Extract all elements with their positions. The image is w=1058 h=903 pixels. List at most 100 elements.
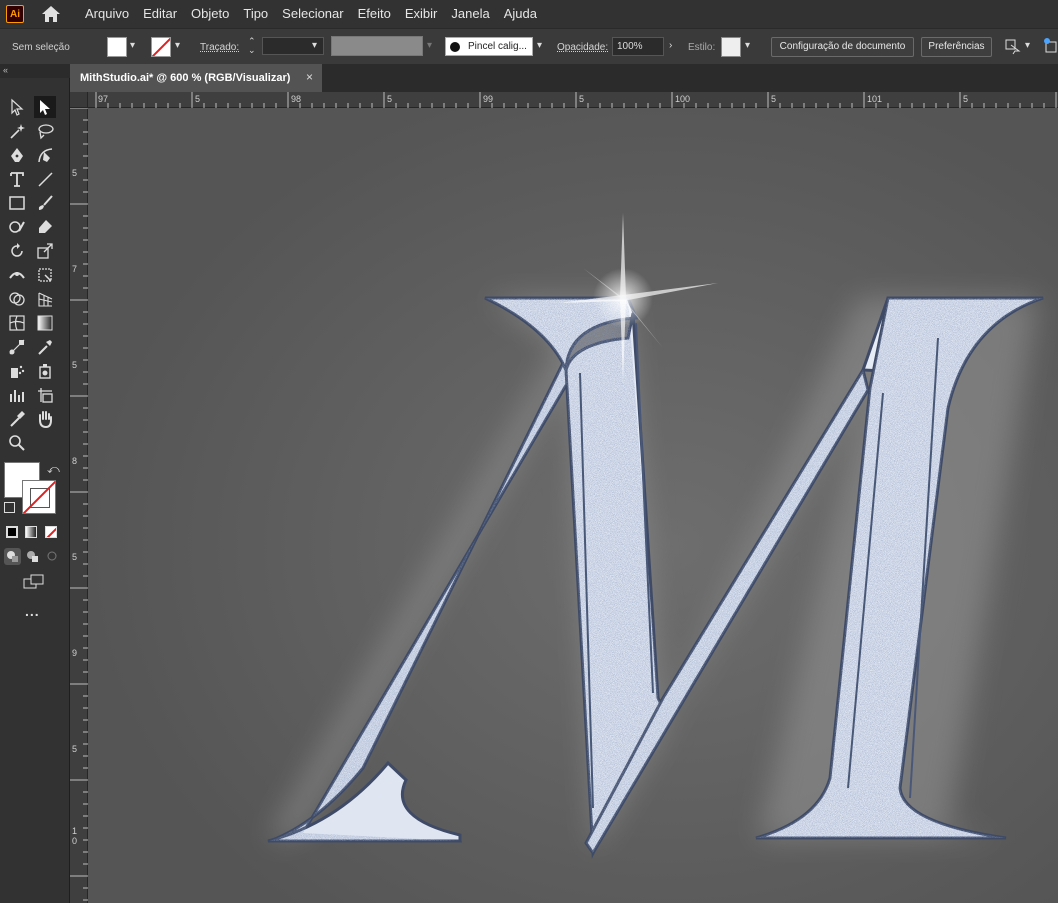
ruler-label: 97	[98, 94, 109, 104]
default-colors-icon[interactable]	[4, 502, 15, 513]
rectangle-tool-icon[interactable]	[6, 192, 28, 214]
draw-normal-icon[interactable]	[4, 548, 21, 565]
letter-m-artwork[interactable]	[88, 108, 1058, 903]
ruler-label: 5	[195, 94, 201, 104]
screen-mode-icon[interactable]	[22, 573, 46, 591]
eyedropper-tool-icon[interactable]	[34, 336, 56, 358]
chart-tool-icon[interactable]	[6, 384, 28, 406]
ruler-origin[interactable]	[70, 92, 88, 108]
ruler-label: 5	[771, 94, 777, 104]
eraser-tool-icon[interactable]	[34, 216, 56, 238]
variable-width-profile[interactable]	[331, 36, 423, 56]
width-tool-icon[interactable]	[6, 264, 28, 286]
color-mode-icon[interactable]	[6, 526, 18, 538]
stroke-dropdown-icon[interactable]: ▾	[175, 40, 180, 51]
style-swatch[interactable]	[721, 37, 741, 57]
close-tab-icon[interactable]: ×	[306, 70, 313, 84]
ruler-label: 8	[72, 456, 78, 466]
zoom-tool-icon[interactable]	[6, 432, 28, 454]
line-tool-icon[interactable]	[34, 168, 56, 190]
menu-janela[interactable]: Janela	[444, 0, 496, 28]
brush-definition[interactable]: Pincel calig...	[445, 37, 533, 56]
brush-tool-icon[interactable]	[34, 192, 56, 214]
menu-arquivo[interactable]: Arquivo	[78, 0, 136, 28]
scale-tool-icon[interactable]	[34, 240, 56, 262]
ruler-label: 5	[579, 94, 585, 104]
preferences-button[interactable]: Preferências	[921, 37, 992, 57]
style-dropdown-icon[interactable]: ▾	[745, 40, 750, 51]
menu-editar[interactable]: Editar	[136, 0, 184, 28]
app-logo: Ai	[6, 5, 24, 23]
edit-toolbar-icon[interactable]: ...	[25, 603, 40, 619]
vertical-ruler[interactable]: 5 7 5 8 5 9 5 1 0	[70, 108, 88, 903]
ruler-label: 9	[72, 648, 78, 658]
document-tab-bar: MithStudio.ai* @ 600 % (RGB/Visualizar)	[70, 64, 1058, 92]
live-paint-tool-icon[interactable]	[34, 360, 56, 382]
profile-dropdown-icon: ▾	[427, 40, 433, 51]
selection-status: Sem seleção	[12, 41, 70, 53]
stroke-color-box[interactable]	[22, 480, 56, 514]
artboard-tool-icon[interactable]	[34, 384, 56, 406]
perspective-grid-tool-icon[interactable]	[34, 288, 56, 310]
menu-ajuda[interactable]: Ajuda	[497, 0, 544, 28]
menu-exibir[interactable]: Exibir	[398, 0, 445, 28]
pen-tool-icon[interactable]	[6, 144, 28, 166]
opacity-label: Opacidade:	[557, 42, 609, 53]
stroke-label: Traçado:	[200, 42, 240, 53]
home-icon[interactable]	[40, 4, 62, 24]
menu-efeito[interactable]: Efeito	[351, 0, 398, 28]
type-tool-icon[interactable]	[6, 168, 28, 190]
curvature-tool-icon[interactable]	[34, 144, 56, 166]
draw-inside-icon[interactable]	[44, 548, 61, 565]
ruler-label: 98	[291, 94, 302, 104]
gradient-tool-icon[interactable]	[34, 312, 56, 334]
gradient-mode-icon[interactable]	[25, 526, 37, 538]
arrange-icon[interactable]	[1003, 37, 1021, 55]
fill-swatch[interactable]	[107, 37, 127, 57]
ruler-label: 5	[72, 744, 78, 754]
slice-eyedropper-tool-icon[interactable]	[6, 408, 28, 430]
lasso-tool-icon[interactable]	[34, 120, 56, 142]
ruler-label: 100	[675, 94, 691, 104]
stroke-weight-dropdown-icon[interactable]: ▾	[312, 40, 317, 51]
selection-tool-icon[interactable]	[6, 96, 28, 118]
mesh-tool-icon[interactable]	[6, 312, 28, 334]
ruler-label: 5	[387, 94, 393, 104]
menu-selecionar[interactable]: Selecionar	[275, 0, 350, 28]
menu-tipo[interactable]: Tipo	[236, 0, 275, 28]
blend-tool-icon[interactable]	[6, 336, 28, 358]
ruler-label: 5	[72, 552, 78, 562]
symbol-sprayer-tool-icon[interactable]	[6, 360, 28, 382]
swap-colors-icon[interactable]: ⤺	[47, 462, 60, 477]
magic-wand-tool-icon[interactable]	[6, 120, 28, 142]
rotate-tool-icon[interactable]	[6, 240, 28, 262]
menu-bar: Ai Arquivo Editar Objeto Tipo Selecionar…	[0, 0, 1058, 28]
opacity-arrow-icon[interactable]: ›	[669, 40, 672, 51]
fill-dropdown-icon[interactable]: ▾	[130, 40, 135, 51]
style-label: Estilo:	[688, 42, 716, 53]
brush-dropdown-icon[interactable]: ▾	[537, 40, 542, 51]
menu-objeto[interactable]: Objeto	[184, 0, 236, 28]
align-panel-icon[interactable]	[1043, 37, 1058, 55]
opacity-input[interactable]: 100%	[612, 37, 664, 56]
stroke-swatch[interactable]	[151, 37, 171, 57]
toolbar-collapse[interactable]: «	[0, 64, 70, 78]
stroke-stepper[interactable]: ⌃ ⌄	[248, 37, 256, 55]
hand-tool-icon[interactable]	[34, 408, 56, 430]
ruler-label: 1 0	[72, 826, 78, 846]
direct-selection-tool-icon[interactable]	[34, 96, 56, 118]
ruler-label: 5	[72, 360, 78, 370]
arrange-dropdown-icon[interactable]: ▾	[1025, 40, 1030, 51]
none-mode-icon[interactable]	[45, 526, 57, 538]
shaper-tool-icon[interactable]	[6, 216, 28, 238]
shape-builder-tool-icon[interactable]	[6, 288, 28, 310]
artboard-canvas[interactable]	[88, 108, 1058, 903]
brush-dot-icon	[450, 41, 460, 52]
ruler-label: 7	[72, 264, 78, 274]
draw-behind-icon[interactable]	[24, 548, 41, 565]
horizontal-ruler[interactable]: 97 5 98 5 99 5 100 5 101 5	[88, 92, 1058, 108]
document-tab[interactable]: MithStudio.ai* @ 600 % (RGB/Visualizar)	[70, 64, 322, 92]
document-setup-button[interactable]: Configuração de documento	[771, 37, 914, 57]
free-transform-tool-icon[interactable]	[34, 264, 56, 286]
ruler-label: 5	[963, 94, 969, 104]
